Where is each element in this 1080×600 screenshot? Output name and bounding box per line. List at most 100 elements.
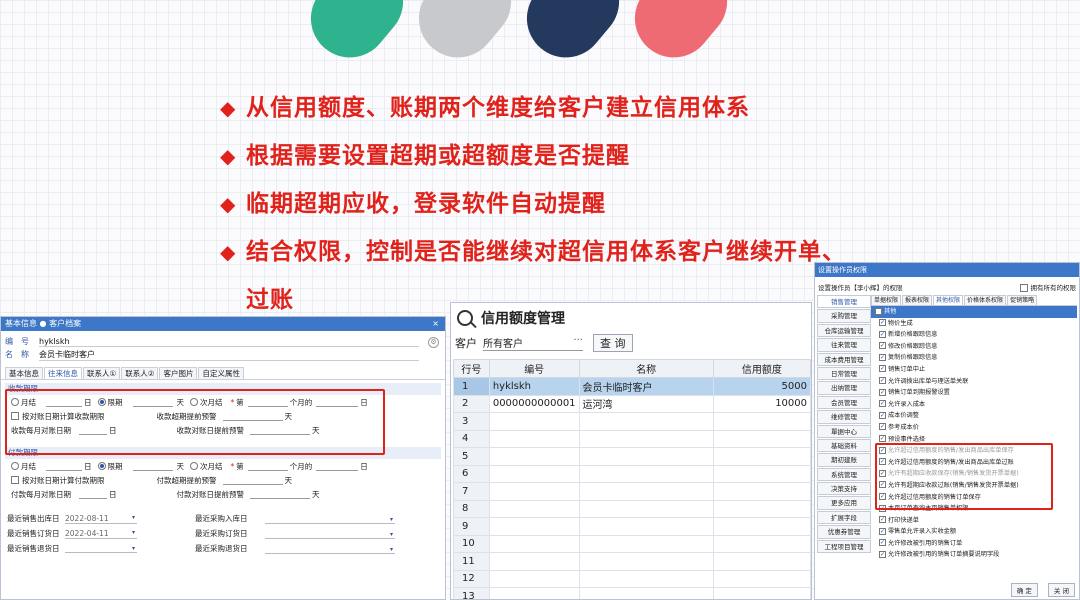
code-field[interactable]: hyklskh: [39, 337, 419, 347]
sidebar-item-cost[interactable]: 成本费用管理: [817, 352, 871, 366]
sidebar-item-accounts[interactable]: 往来管理: [817, 338, 871, 352]
sidebar-item-projects[interactable]: 工程项目管理: [817, 539, 871, 554]
all-permissions-option[interactable]: 拥有所有的权限: [1019, 282, 1076, 295]
tab-account-info[interactable]: 往来信息: [44, 367, 82, 379]
pay-bill-day-input[interactable]: [79, 490, 107, 499]
recent-sales-order-date[interactable]: 2022-04-11 ▾: [65, 529, 137, 539]
bullet-4: ◆ 结合权限，控制是否能继续对超信用体系客户继续开单、: [220, 228, 860, 276]
list-item[interactable]: ✓ 复制价格跟踪信息: [871, 352, 1077, 364]
sidebar-item-decision[interactable]: 决策支持: [817, 482, 871, 496]
table-row[interactable]: 3: [453, 412, 811, 431]
customer-label: 客户: [455, 337, 477, 350]
sidebar-item-cashier[interactable]: 出纳管理: [817, 381, 871, 395]
sidebar-item-basic-data[interactable]: 基础资料: [817, 438, 871, 453]
tab-custom-attributes[interactable]: 自定义属性: [198, 367, 244, 379]
list-item[interactable]: ✓ 销售订单中止: [871, 364, 1077, 376]
pay-by-bill-date-checkbox[interactable]: [11, 476, 19, 484]
recent-sales-return-date[interactable]: ▾: [65, 545, 137, 553]
sidebar-item-opening[interactable]: 期初建账: [817, 453, 871, 467]
list-item[interactable]: ✓ 零售单允许录入实收金额: [871, 526, 1077, 538]
sidebar-item-warehouse[interactable]: 仓库运输管理: [817, 323, 871, 338]
table-row[interactable]: 7: [453, 482, 811, 501]
sidebar-item-document-center[interactable]: 單据中心: [817, 424, 871, 438]
tab-contact-1[interactable]: 联系人①: [83, 367, 121, 379]
list-item[interactable]: ✓ 允许录入成本: [871, 399, 1077, 411]
pay-month-day-input[interactable]: [316, 462, 359, 471]
table-row[interactable]: 4: [453, 429, 811, 448]
sidebar-item-purchase[interactable]: 采购管理: [817, 309, 871, 323]
pay-next-month-radio[interactable]: [190, 462, 198, 470]
table-row[interactable]: 8: [453, 499, 811, 518]
recent-purchase-return-date[interactable]: ▾: [265, 544, 395, 554]
list-item[interactable]: ✓ 允许修改被引用的销售订单: [871, 538, 1077, 550]
name-field[interactable]: 会员卡临时客户: [39, 349, 419, 361]
sidebar-item-repair[interactable]: 维修管理: [817, 410, 871, 424]
col-name[interactable]: 名称: [578, 359, 714, 378]
sidebar-item-sales[interactable]: 销售管理: [817, 295, 871, 309]
list-item[interactable]: ✓ 允许修改被引用的销售订单摘要说明字段: [871, 549, 1077, 561]
list-item[interactable]: ✓ 成本价调整: [871, 410, 1077, 422]
table-row[interactable]: 11: [453, 552, 811, 571]
col-credit-limit[interactable]: 信用额度: [712, 359, 811, 378]
list-item[interactable]: ✓ 打印快递单: [871, 515, 1077, 527]
pay-advance-warn-input[interactable]: [222, 476, 283, 485]
pay-month-offset-input[interactable]: [247, 462, 288, 471]
tab-customer-image[interactable]: 客户图片: [159, 367, 198, 379]
gear-icon[interactable]: ⚙: [428, 337, 439, 348]
tab-report-permissions[interactable]: 报表权限: [902, 295, 933, 305]
ok-button[interactable]: 确 定: [1010, 583, 1038, 597]
name-label: 名 称: [5, 350, 29, 359]
pay-monthly-radio[interactable]: [11, 462, 19, 470]
col-code[interactable]: 编号: [488, 359, 580, 378]
tab-promotion[interactable]: 促销策略: [1007, 295, 1038, 305]
recent-sales-out-date[interactable]: 2022-08-11 ▾: [65, 514, 137, 524]
all-permissions-checkbox[interactable]: [1019, 284, 1028, 292]
recent-purchase-in-date[interactable]: ▾: [265, 514, 395, 524]
customer-select[interactable]: 所有客户 ···: [483, 335, 583, 351]
diamond-icon: ◆: [220, 144, 237, 168]
list-item[interactable]: ✓ 修改价格跟踪信息: [871, 341, 1077, 353]
table-row[interactable]: 6: [453, 464, 811, 483]
tab-document-permissions[interactable]: 单据权限: [871, 295, 902, 305]
sidebar-item-more-apps[interactable]: 更多应用: [817, 496, 871, 510]
pay-monthly-day-input[interactable]: [46, 462, 82, 471]
table-row[interactable]: 1 hyklskh 会员卡临时客户 5000: [453, 377, 811, 396]
tab-basic-info[interactable]: 基本信息: [5, 367, 43, 379]
list-item[interactable]: 其他: [871, 306, 1077, 318]
tab-price-permissions[interactable]: 价格体系权限: [964, 295, 1007, 305]
table-row[interactable]: 13: [453, 587, 811, 599]
close-button[interactable]: 关 闭: [1047, 583, 1075, 597]
permission-main: 单据权限 报表权限 其他权限 价格体系权限 促销策略 其他 ✓ 物价生成 ✓ 新增价…: [871, 295, 1079, 561]
list-item[interactable]: ✓ 物价生成: [871, 318, 1077, 330]
highlight-box: [875, 443, 1053, 510]
list-item[interactable]: ✓ 允许调拨出库单与理送单关联: [871, 376, 1077, 388]
sidebar-item-system[interactable]: 系统管理: [817, 467, 871, 482]
pay-limit-radio[interactable]: [97, 462, 106, 470]
sidebar-item-extended-fields[interactable]: 扩展字段: [817, 510, 871, 525]
window-titlebar: 基本信息 ● 客户档案 ×: [1, 317, 445, 331]
table-row[interactable]: 5: [453, 447, 811, 466]
recent-purchase-order-date[interactable]: ▾: [265, 529, 395, 539]
diamond-icon: ◆: [220, 96, 237, 120]
chevron-down-icon: ▾: [389, 545, 393, 553]
permission-sidebar: 销售管理 采购管理 仓库运输管理 往来管理 成本费用管理 日常管理 出纳管理 会…: [815, 295, 871, 561]
sidebar-item-daily[interactable]: 日常管理: [817, 366, 871, 381]
table-row[interactable]: 12: [453, 569, 811, 588]
table-row[interactable]: 2 0000000000001 运河湾 10000: [453, 394, 811, 413]
table-row[interactable]: 9: [453, 517, 811, 536]
list-item[interactable]: ✓ 参考成本价: [871, 422, 1077, 434]
close-icon[interactable]: ×: [432, 317, 445, 331]
col-row-number[interactable]: 行号: [453, 359, 490, 378]
pay-bill-warn-input[interactable]: [250, 490, 310, 499]
list-item[interactable]: ✓ 销售订单到期报警设置: [871, 387, 1077, 399]
tab-other-permissions[interactable]: 其他权限: [933, 295, 964, 305]
list-item[interactable]: ✓ 新增价格跟踪信息: [871, 329, 1077, 341]
pay-limit-days-input[interactable]: [132, 462, 173, 471]
query-button[interactable]: 查 询: [593, 334, 633, 352]
tab-contact-2[interactable]: 联系人②: [121, 367, 159, 379]
sidebar-item-member[interactable]: 会员管理: [817, 395, 871, 410]
table-row[interactable]: 10: [453, 534, 811, 553]
chevron-down-icon: ▾: [131, 513, 135, 521]
more-icon[interactable]: ···: [573, 335, 583, 350]
sidebar-item-coupons[interactable]: 优惠券管理: [817, 525, 871, 539]
